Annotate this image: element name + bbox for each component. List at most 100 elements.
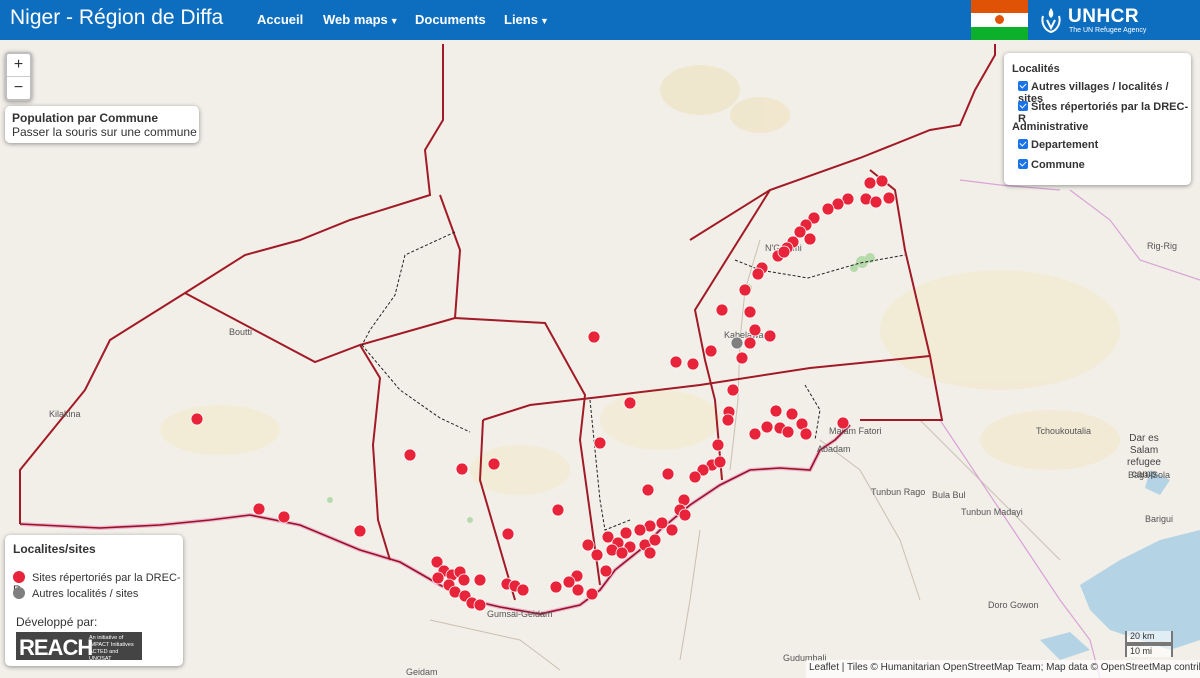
other-site-marker [730, 336, 744, 350]
site-marker [585, 587, 599, 601]
zoom-out-button[interactable]: − [7, 76, 30, 99]
caret-down-icon: ▼ [539, 16, 549, 26]
site-marker [633, 523, 647, 537]
site-marker [643, 546, 657, 560]
info-panel: Population par Commune Passer la souris … [5, 106, 199, 143]
site-marker [711, 438, 725, 452]
info-title: Population par Commune [12, 111, 159, 125]
site-marker [760, 420, 774, 434]
site-marker [781, 425, 795, 439]
reach-logo[interactable]: REACH An initiative of IMPACT Initiative… [16, 632, 142, 662]
site-marker [353, 524, 367, 538]
site-marker [743, 305, 757, 319]
site-title[interactable]: Niger - Région de Diffa [10, 6, 223, 30]
layer-section-title: Administrative [1012, 121, 1089, 133]
site-marker [748, 427, 762, 441]
legend-item-grey: Autres localités / sites [13, 587, 138, 600]
scale-mi: 10 mi [1125, 644, 1173, 657]
site-marker [875, 174, 889, 188]
site-marker [743, 336, 757, 350]
navbar: Niger - Région de Diffa Accueil Web maps… [0, 0, 1200, 40]
site-marker [738, 283, 752, 297]
site-marker [599, 564, 613, 578]
unhcr-emblem-icon [1041, 8, 1061, 34]
site-marker [665, 523, 679, 537]
legend-title: Localites/sites [13, 542, 96, 556]
site-marker [581, 538, 595, 552]
layer-toggle-departement[interactable]: Departement [1018, 139, 1098, 151]
nav-accueil[interactable]: Accueil [257, 12, 303, 27]
site-marker [748, 323, 762, 337]
site-marker [252, 502, 266, 516]
site-marker [551, 503, 565, 517]
legend-panel: Localites/sites Sites répertoriés par la… [5, 535, 183, 666]
site-marker [648, 533, 662, 547]
site-marker [715, 303, 729, 317]
site-marker [619, 526, 633, 540]
site-marker [763, 329, 777, 343]
unhcr-logo: UNHCR The UN Refugee Agency [1038, 5, 1168, 35]
site-marker [190, 412, 204, 426]
site-marker [863, 176, 877, 190]
site-marker [590, 548, 604, 562]
site-marker [641, 483, 655, 497]
checkbox-checked-icon[interactable] [1018, 139, 1028, 149]
nav-documents[interactable]: Documents [415, 12, 486, 27]
site-marker [726, 383, 740, 397]
zoom-in-button[interactable]: + [7, 54, 30, 76]
site-marker [655, 516, 669, 530]
site-marker [678, 508, 692, 522]
site-marker [869, 195, 883, 209]
site-marker [549, 580, 563, 594]
red-dot-icon [13, 571, 25, 583]
site-marker [769, 404, 783, 418]
site-marker [704, 344, 718, 358]
site-marker [721, 413, 735, 427]
checkbox-checked-icon[interactable] [1018, 159, 1028, 169]
site-marker [571, 583, 585, 597]
layer-toggle-commune[interactable]: Commune [1018, 159, 1085, 171]
site-marker [777, 245, 791, 259]
info-hint: Passer la souris sur une commune [12, 125, 197, 139]
site-marker [735, 351, 749, 365]
site-marker [487, 457, 501, 471]
site-marker [836, 416, 850, 430]
site-marker [821, 202, 835, 216]
checkbox-checked-icon[interactable] [1018, 81, 1028, 91]
zoom-control: + − [5, 52, 32, 101]
site-marker [277, 510, 291, 524]
site-marker [403, 448, 417, 462]
layer-control: Localités Autres villages / localités / … [1004, 53, 1191, 185]
site-marker [615, 546, 629, 560]
niger-flag [971, 0, 1028, 40]
site-marker [688, 470, 702, 484]
layer-section-title: Localités [1012, 63, 1060, 75]
site-marker [686, 357, 700, 371]
site-marker [623, 396, 637, 410]
site-marker [473, 598, 487, 612]
map-attribution[interactable]: Leaflet | Tiles © Humanitarian OpenStree… [806, 660, 1200, 678]
site-marker [455, 462, 469, 476]
site-marker [473, 573, 487, 587]
caret-down-icon: ▼ [389, 16, 399, 26]
site-marker [516, 583, 530, 597]
site-marker [587, 330, 601, 344]
site-marker [669, 355, 683, 369]
scale-km: 20 km [1125, 631, 1173, 644]
site-marker [785, 407, 799, 421]
site-marker [501, 527, 515, 541]
site-marker [793, 225, 807, 239]
site-marker [799, 427, 813, 441]
checkbox-checked-icon[interactable] [1018, 101, 1028, 111]
nav-liens[interactable]: Liens ▼ [504, 12, 549, 27]
site-marker [457, 573, 471, 587]
site-marker [713, 455, 727, 469]
grey-dot-icon [13, 587, 25, 599]
site-marker [661, 467, 675, 481]
nav-web-maps[interactable]: Web maps ▼ [323, 12, 399, 27]
site-marker [751, 267, 765, 281]
site-marker [803, 232, 817, 246]
site-marker [882, 191, 896, 205]
site-marker [431, 571, 445, 585]
developed-by-label: Développé par: [16, 615, 98, 629]
